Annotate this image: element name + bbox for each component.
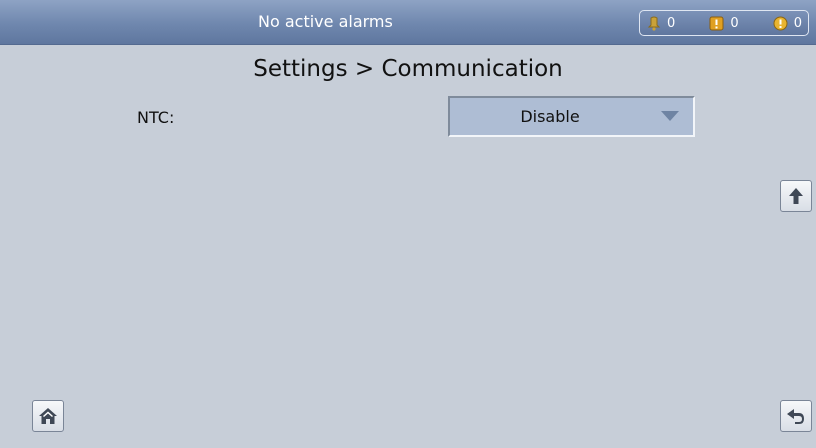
counter-major-value: 0 (730, 15, 739, 31)
counter-minor-value: 0 (793, 15, 802, 31)
home-icon (38, 407, 58, 425)
alert-circle-icon (773, 16, 788, 31)
status-bar: No active alarms 0 0 0 (0, 0, 816, 45)
counter-major: 0 (709, 15, 739, 31)
arrow-up-icon (788, 187, 804, 205)
alarm-counters[interactable]: 0 0 0 (639, 10, 809, 36)
home-button[interactable] (32, 400, 64, 432)
page-title: Settings > Communication (253, 56, 563, 82)
counter-bell: 0 (646, 16, 675, 31)
ntc-dropdown[interactable]: Disable (448, 96, 695, 137)
alert-square-icon (709, 16, 724, 31)
ntc-dropdown-value: Disable (520, 107, 580, 126)
back-button[interactable] (780, 400, 812, 432)
counter-minor: 0 (773, 16, 802, 31)
ntc-label: NTC: (137, 108, 175, 127)
scroll-up-button[interactable] (780, 180, 812, 212)
bell-icon (646, 16, 661, 31)
chevron-down-icon (661, 111, 679, 121)
back-arrow-icon (786, 407, 806, 425)
alarm-status-text: No active alarms (258, 12, 393, 31)
counter-bell-value: 0 (667, 15, 676, 31)
